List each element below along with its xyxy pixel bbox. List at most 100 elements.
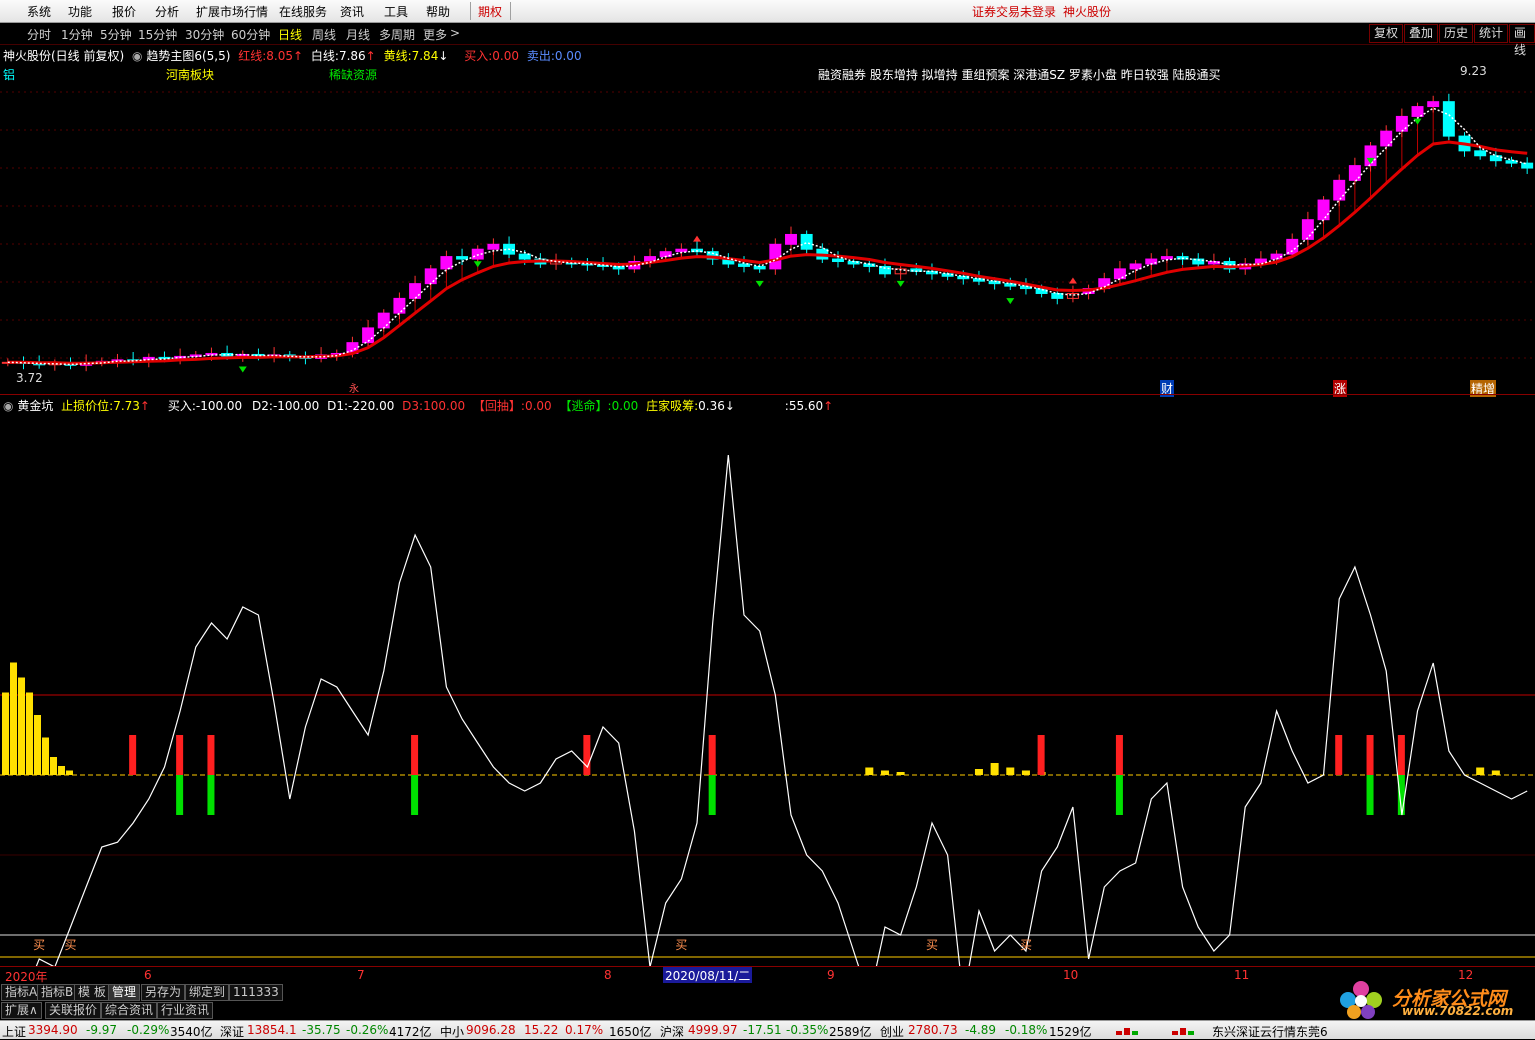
yellow-bar: [1476, 767, 1485, 775]
period-multi[interactable]: 多周期: [379, 26, 415, 43]
period-monthly[interactable]: 月线: [346, 26, 370, 43]
trend-red-line: [7, 140, 1528, 365]
candle-body: [440, 256, 453, 270]
tab-industry-news[interactable]: 行业资讯: [157, 1002, 214, 1019]
period-daily[interactable]: 日线: [278, 26, 302, 43]
period-more[interactable]: 更多: [423, 26, 447, 43]
tab-indicator-a[interactable]: 指标A: [1, 984, 42, 1001]
yellow-bar: [2, 692, 9, 775]
tab-general-news[interactable]: 综合资讯: [101, 1002, 158, 1019]
stats-button[interactable]: 统计: [1474, 24, 1509, 43]
tab-manage[interactable]: 管理: [108, 984, 141, 1001]
menu-news[interactable]: 资讯: [340, 3, 364, 20]
candle-body: [1160, 256, 1173, 260]
period-60min[interactable]: 60分钟: [231, 26, 270, 43]
index-name-zx[interactable]: 中小: [440, 1023, 464, 1040]
accumulation-label: 庄家吸筹:: [646, 399, 699, 413]
index-name-hs[interactable]: 沪深: [660, 1023, 684, 1040]
stop-loss-label: 止损价位:: [61, 399, 114, 413]
menu-tools[interactable]: 工具: [384, 3, 408, 20]
overlay-button[interactable]: 叠加: [1404, 24, 1439, 43]
golden-pit-chart[interactable]: 买买买买买: [0, 412, 1535, 966]
tab-code[interactable]: 111333: [229, 984, 283, 1001]
candle-body: [393, 297, 406, 314]
buy-value: 0.00: [492, 49, 519, 63]
index-change-sz: -35.75: [302, 1023, 341, 1037]
tab-extend[interactable]: 扩展∧: [1, 1002, 42, 1019]
menu-function[interactable]: 功能: [68, 3, 92, 20]
candle-body: [236, 353, 249, 357]
period-30min[interactable]: 30分钟: [185, 26, 224, 43]
tab-related-quote[interactable]: 关联报价: [45, 1002, 102, 1019]
server-name[interactable]: 东兴深证云行情东莞6: [1212, 1023, 1328, 1040]
tab-save-as[interactable]: 另存为: [141, 984, 186, 1001]
candlestick-chart[interactable]: [0, 62, 1535, 394]
draw-button[interactable]: 画线: [1509, 24, 1535, 57]
candle-body: [409, 283, 422, 299]
yellow-bar: [18, 677, 25, 775]
yellow-bar: [66, 770, 73, 775]
chevron-right-icon[interactable]: >: [450, 26, 460, 40]
up-arrow-icon: ↑: [365, 49, 376, 63]
index-amount-hs: 2589亿: [829, 1025, 872, 1039]
yellow-bar: [42, 737, 49, 775]
high-price-label: 9.23: [1460, 64, 1487, 78]
period-15min[interactable]: 15分钟: [138, 26, 177, 43]
menu-help[interactable]: 帮助: [426, 3, 450, 20]
index-change-zx: 15.22: [524, 1023, 559, 1037]
period-weekly[interactable]: 周线: [312, 26, 336, 43]
indicator-toggle-icon[interactable]: ◉: [132, 49, 142, 63]
period-5min[interactable]: 5分钟: [100, 26, 132, 43]
menu-options[interactable]: 期权: [478, 3, 502, 20]
stop-loss-value: 7.73: [113, 399, 140, 413]
menu-analysis[interactable]: 分析: [155, 3, 179, 20]
candle-body: [1301, 219, 1314, 240]
up-arrow-icon: ↑: [293, 49, 304, 63]
red-signal-bar: [583, 735, 591, 775]
main-indicator-name[interactable]: 趋势主图6(5,5): [146, 49, 230, 63]
red-signal-bar: [176, 735, 184, 775]
candle-body: [424, 268, 437, 285]
sub-indicator-name[interactable]: 黄金坑: [17, 399, 53, 413]
buy-mark-label: 买: [675, 938, 687, 952]
yellow-bar: [1021, 770, 1030, 775]
sell-arrow-icon: [1413, 118, 1422, 125]
tab-indicator-b[interactable]: 指标B: [37, 984, 78, 1001]
menu-system[interactable]: 系统: [27, 3, 51, 20]
candle-body: [832, 258, 844, 263]
extra-value: 55.60: [788, 399, 824, 413]
index-name-sh[interactable]: 上证: [2, 1023, 26, 1040]
period-1min[interactable]: 1分钟: [61, 26, 93, 43]
green-signal-bar: [1366, 775, 1374, 815]
yellow-bar: [34, 715, 41, 775]
yellow-bar: [990, 763, 999, 775]
event-mark-small[interactable]: 永: [349, 380, 359, 395]
tab-bind-to[interactable]: 绑定到: [185, 984, 230, 1001]
sell-arrow-icon: [1006, 298, 1015, 305]
pullback-value: 0.00: [524, 399, 552, 413]
candle-body: [1380, 130, 1393, 147]
period-timeshare[interactable]: 分时: [27, 26, 51, 43]
indicator-tabs: 指标A 指标B 模 板 管理 另存为 绑定到 111333: [0, 983, 1535, 1001]
sell-label: 卖出:: [526, 49, 555, 63]
time-label-nov: 11: [1234, 968, 1250, 982]
indicator-toggle-icon[interactable]: ◉: [3, 399, 13, 413]
up-arrow-icon: ↑: [139, 399, 150, 413]
time-label-dec: 12: [1458, 968, 1474, 982]
candle-body: [785, 233, 797, 245]
tab-template[interactable]: 模 板: [74, 984, 110, 1001]
red-signal-bar: [129, 735, 137, 775]
index-name-sz[interactable]: 深证: [220, 1023, 244, 1040]
red-signal-bar: [207, 735, 215, 775]
menu-quote[interactable]: 报价: [112, 3, 136, 20]
d1-label: D1:: [327, 399, 349, 413]
login-status[interactable]: 证券交易未登录: [972, 3, 1056, 20]
menu-extended-market[interactable]: 扩展市场行情: [196, 3, 268, 20]
index-amount-sh: 3540亿: [170, 1025, 213, 1039]
menu-online-service[interactable]: 在线服务: [279, 3, 327, 20]
candle-body: [1427, 101, 1440, 108]
adjust-button[interactable]: 复权: [1369, 24, 1404, 43]
index-name-cy[interactable]: 创业: [880, 1023, 904, 1040]
buy-label: 买入:: [464, 49, 493, 63]
history-button[interactable]: 历史: [1439, 24, 1474, 43]
